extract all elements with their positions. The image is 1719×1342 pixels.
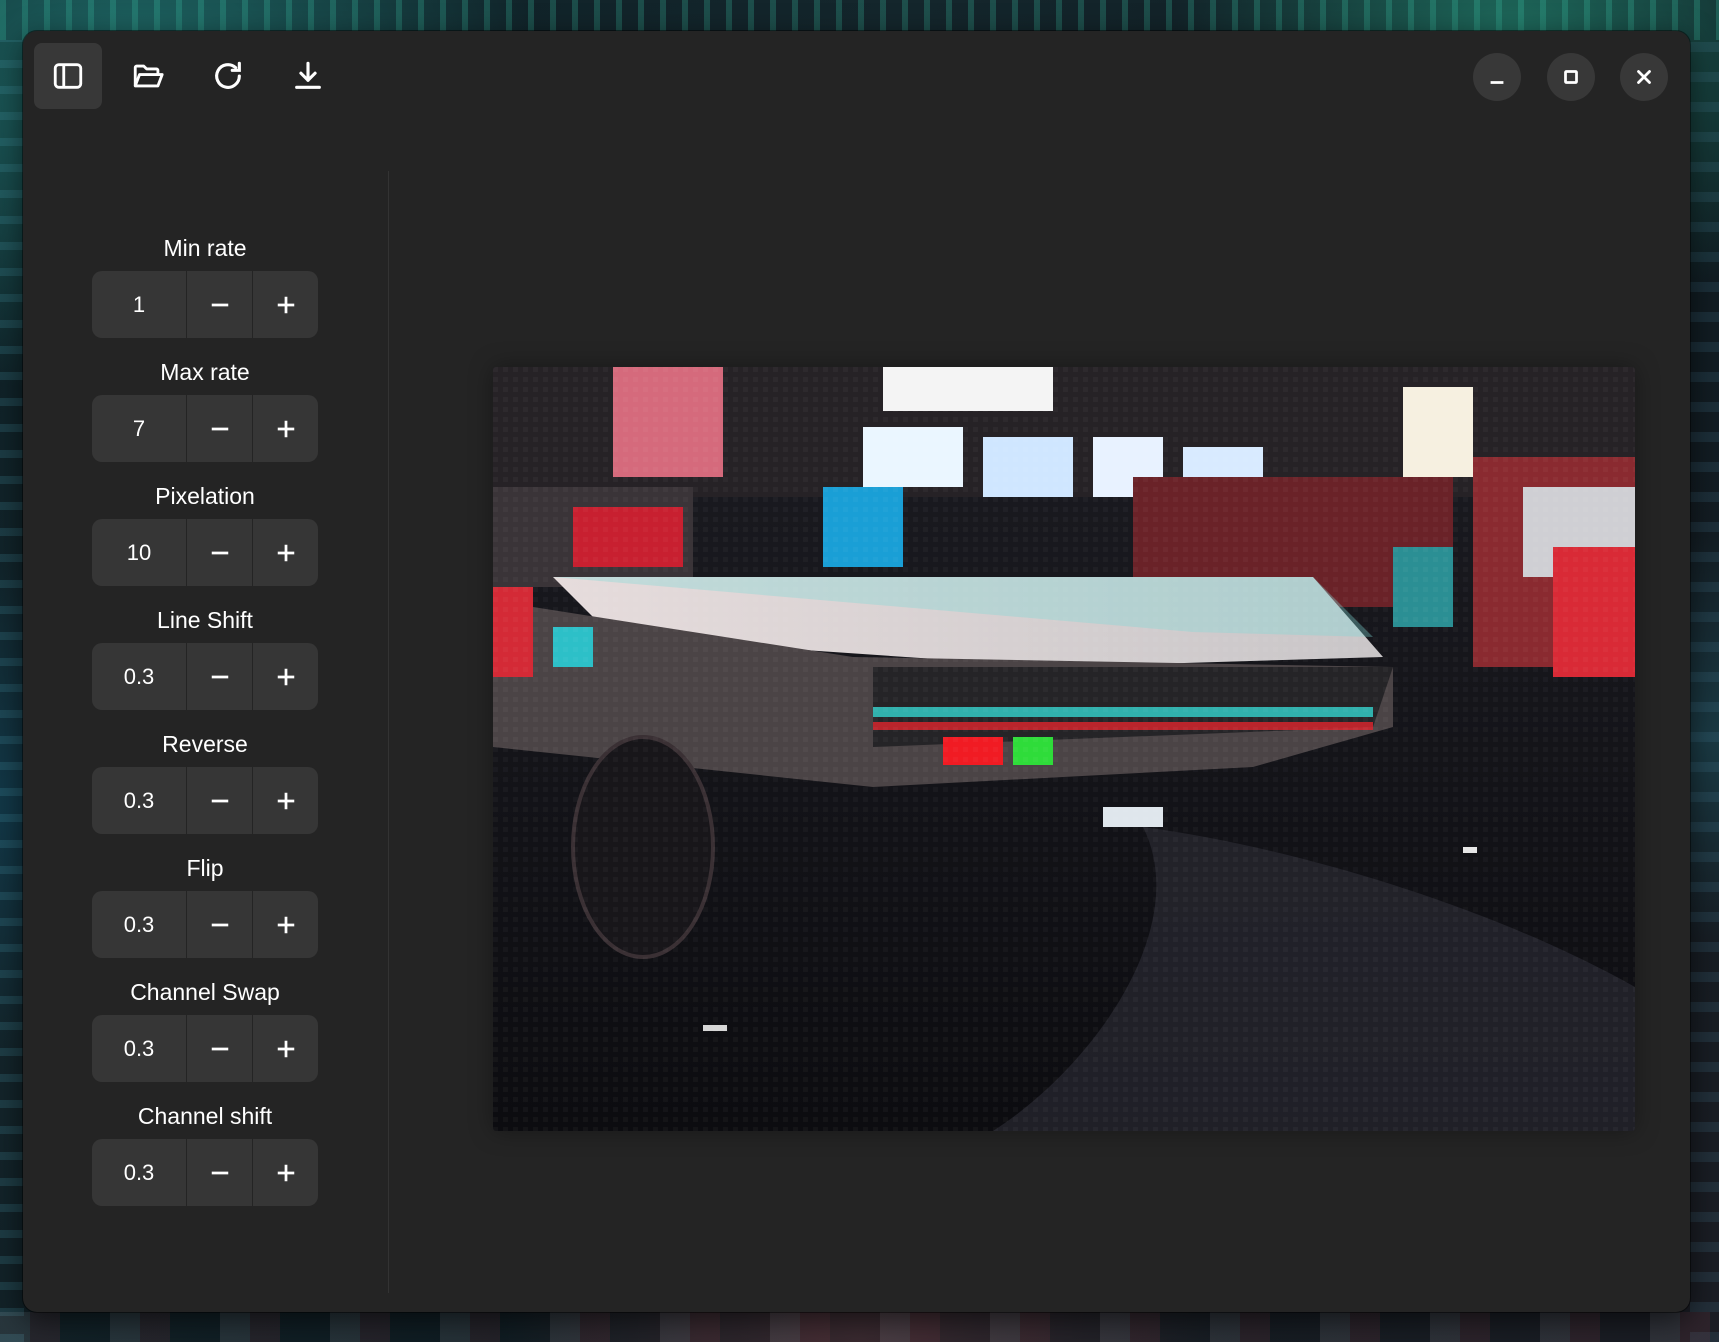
increment-button[interactable] [252,767,318,834]
channel-swap-spinbutton: 0.3 [92,1015,318,1082]
download-button[interactable] [274,43,342,109]
plus-icon [277,296,294,313]
spin-value[interactable]: 0.3 [92,643,187,710]
decrement-button[interactable] [187,395,252,462]
param-pixelation: Pixelation 10 [92,479,318,586]
settings-sidebar: Min rate 1 Max rate 7 Pixelation 10 Line… [23,119,388,1312]
minus-icon [211,1171,228,1174]
spin-value[interactable]: 0.3 [92,891,187,958]
decrement-button[interactable] [187,767,252,834]
param-line-shift: Line Shift 0.3 [92,603,318,710]
decrement-button[interactable] [187,1015,252,1082]
increment-button[interactable] [252,643,318,710]
decrement-button[interactable] [187,643,252,710]
spin-value[interactable]: 7 [92,395,187,462]
minus-icon [211,675,228,678]
plus-icon [277,792,294,809]
param-label: Channel Swap [130,979,280,1005]
refresh-button[interactable] [194,43,262,109]
param-label: Flip [186,855,224,881]
spin-value[interactable]: 1 [92,271,187,338]
minimize-button[interactable] [1473,53,1521,101]
increment-button[interactable] [252,395,318,462]
minus-icon [211,551,228,554]
sidebar-toggle-button[interactable] [34,43,102,109]
plus-icon [277,420,294,437]
plus-icon [277,1164,294,1181]
folder-open-icon [133,64,164,88]
increment-button[interactable] [252,1015,318,1082]
pixelation-spinbutton: 10 [92,519,318,586]
open-file-button[interactable] [114,43,182,109]
minus-icon [211,1047,228,1050]
param-channel-shift: Channel shift 0.3 [92,1099,318,1206]
minus-icon [211,923,228,926]
line-shift-spinbutton: 0.3 [92,643,318,710]
decrement-button[interactable] [187,271,252,338]
plus-icon [277,544,294,561]
plus-icon [277,668,294,685]
minus-icon [211,303,228,306]
minimize-icon [1490,81,1504,84]
app-window: Min rate 1 Max rate 7 Pixelation 10 Line… [23,31,1690,1312]
spin-value[interactable]: 0.3 [92,1015,187,1082]
param-label: Min rate [163,235,247,261]
param-reverse: Reverse 0.3 [92,727,318,834]
glitched-image-preview [493,367,1635,1131]
spin-value[interactable]: 0.3 [92,1139,187,1206]
preview-area [389,119,1690,1312]
flip-spinbutton: 0.3 [92,891,318,958]
maximize-button[interactable] [1547,53,1595,101]
param-channel-swap: Channel Swap 0.3 [92,975,318,1082]
sidebar-icon [53,63,83,89]
minus-icon [211,799,228,802]
param-label: Pixelation [155,483,255,509]
download-icon [295,61,321,89]
increment-button[interactable] [252,519,318,586]
image-preview-canvas [493,367,1635,1131]
param-flip: Flip 0.3 [92,851,318,958]
header-bar [23,31,1690,119]
close-icon [1637,70,1651,84]
increment-button[interactable] [252,891,318,958]
param-label: Channel shift [137,1103,273,1129]
param-min-rate: Min rate 1 [92,231,318,338]
decrement-button[interactable] [187,891,252,958]
maximize-icon [1564,70,1578,84]
param-label: Reverse [162,731,248,757]
max-rate-spinbutton: 7 [92,395,318,462]
minus-icon [211,427,228,430]
close-button[interactable] [1620,53,1668,101]
decrement-button[interactable] [187,1139,252,1206]
min-rate-spinbutton: 1 [92,271,318,338]
reverse-spinbutton: 0.3 [92,767,318,834]
spin-value[interactable]: 0.3 [92,767,187,834]
increment-button[interactable] [252,1139,318,1206]
param-label: Line Shift [157,607,253,633]
plus-icon [277,1040,294,1057]
param-label: Max rate [160,359,250,385]
refresh-icon [215,61,241,89]
param-max-rate: Max rate 7 [92,355,318,462]
spin-value[interactable]: 10 [92,519,187,586]
increment-button[interactable] [252,271,318,338]
plus-icon [277,916,294,933]
decrement-button[interactable] [187,519,252,586]
channel-shift-spinbutton: 0.3 [92,1139,318,1206]
